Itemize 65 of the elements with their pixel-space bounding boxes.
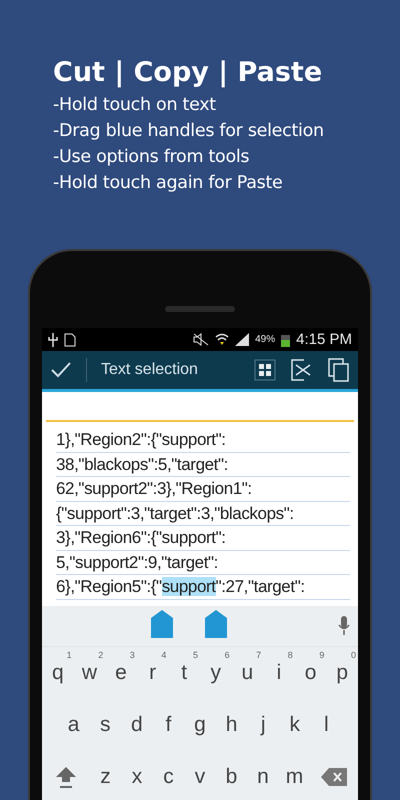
key-hint: 1: [66, 650, 72, 660]
key-hint: 9: [319, 650, 324, 660]
keyboard-key[interactable]: b: [216, 751, 248, 800]
mute-icon: [193, 333, 210, 346]
keyboard-key[interactable]: o 9: [294, 647, 326, 699]
keyboard-key[interactable]: c: [152, 751, 184, 800]
selection-handle[interactable]: [150, 610, 173, 638]
microphone-icon[interactable]: [338, 616, 350, 636]
selection-handle[interactable]: [204, 610, 227, 638]
key-hint: 0: [350, 650, 356, 660]
copy-icon[interactable]: [328, 358, 350, 382]
text-line: 38,"blackops":5,"target":: [56, 452, 350, 477]
keyboard-key[interactable]: a: [58, 699, 90, 751]
battery-percent: 49%: [255, 334, 276, 345]
battery-icon: [281, 332, 290, 346]
shift-icon: [54, 765, 77, 789]
keyboard-key[interactable]: y 6: [200, 647, 232, 699]
key-hint: 2: [98, 650, 104, 660]
keyboard-key[interactable]: w 2: [74, 647, 106, 699]
keyboard-key[interactable]: i 8: [263, 647, 295, 699]
instruction-step: -Hold touch on text: [53, 92, 400, 118]
keyboard-key[interactable]: t 5: [168, 647, 200, 699]
keyboard-key[interactable]: n: [247, 751, 279, 800]
text-line: 62,"support2":3},"Region1":: [56, 477, 350, 502]
wifi-icon: [215, 333, 230, 346]
keyboard-key[interactable]: q 1: [42, 647, 74, 699]
speaker-grille: [165, 306, 235, 312]
status-time: 4:15 PM: [296, 331, 352, 348]
text-line: 3},"Region6":{"support":: [56, 526, 350, 550]
sim-icon: [64, 332, 76, 346]
keyboard-key[interactable]: p 0: [326, 647, 358, 699]
key-hint: 6: [224, 650, 230, 660]
usb-icon: [48, 332, 58, 346]
instruction-step: -Use options from tools: [53, 144, 400, 170]
signal-icon: [235, 333, 250, 346]
keyboard-key[interactable]: m: [278, 751, 310, 800]
key-hint: 7: [256, 650, 262, 660]
keyboard-key[interactable]: u 7: [232, 647, 264, 699]
keyboard-key[interactable]: z: [90, 751, 122, 800]
key-hint: 3: [130, 650, 135, 660]
action-bar-title: Text selection: [101, 361, 198, 379]
instruction-step: -Hold touch again for Paste: [53, 170, 400, 196]
keyboard-key[interactable]: h: [216, 699, 248, 751]
keyboard-key[interactable]: j: [247, 699, 279, 751]
instruction-step: -Drag blue handles for selection: [53, 118, 400, 144]
keyboard-key[interactable]: r 4: [136, 647, 168, 699]
text-line: {"support":3,"target":3,"blackops":: [56, 502, 350, 526]
headline-title: Cut | Copy | Paste: [53, 56, 324, 90]
keyboard-key[interactable]: x: [121, 751, 153, 800]
check-icon[interactable]: [50, 361, 72, 379]
keyboard-key[interactable]: e 3: [105, 647, 137, 699]
keyboard-key[interactable]: d: [121, 699, 153, 751]
backspace-icon: [321, 768, 348, 786]
key-hint: 5: [192, 650, 198, 660]
keyboard-key[interactable]: g: [184, 699, 216, 751]
select-all-icon[interactable]: [254, 359, 276, 381]
keyboard-key[interactable]: k: [278, 699, 311, 751]
keyboard-key[interactable]: f: [152, 699, 184, 751]
keyboard-key[interactable]: v: [184, 751, 216, 800]
keyboard-key[interactable]: s: [89, 699, 122, 751]
key-hint: 4: [161, 650, 166, 660]
keyboard-key[interactable]: l: [310, 699, 342, 751]
key-hint: 8: [288, 650, 293, 660]
text-line: 1},"Region2":{"support":: [56, 428, 350, 452]
text-line: 5,"support2":9,"target":: [56, 550, 350, 575]
